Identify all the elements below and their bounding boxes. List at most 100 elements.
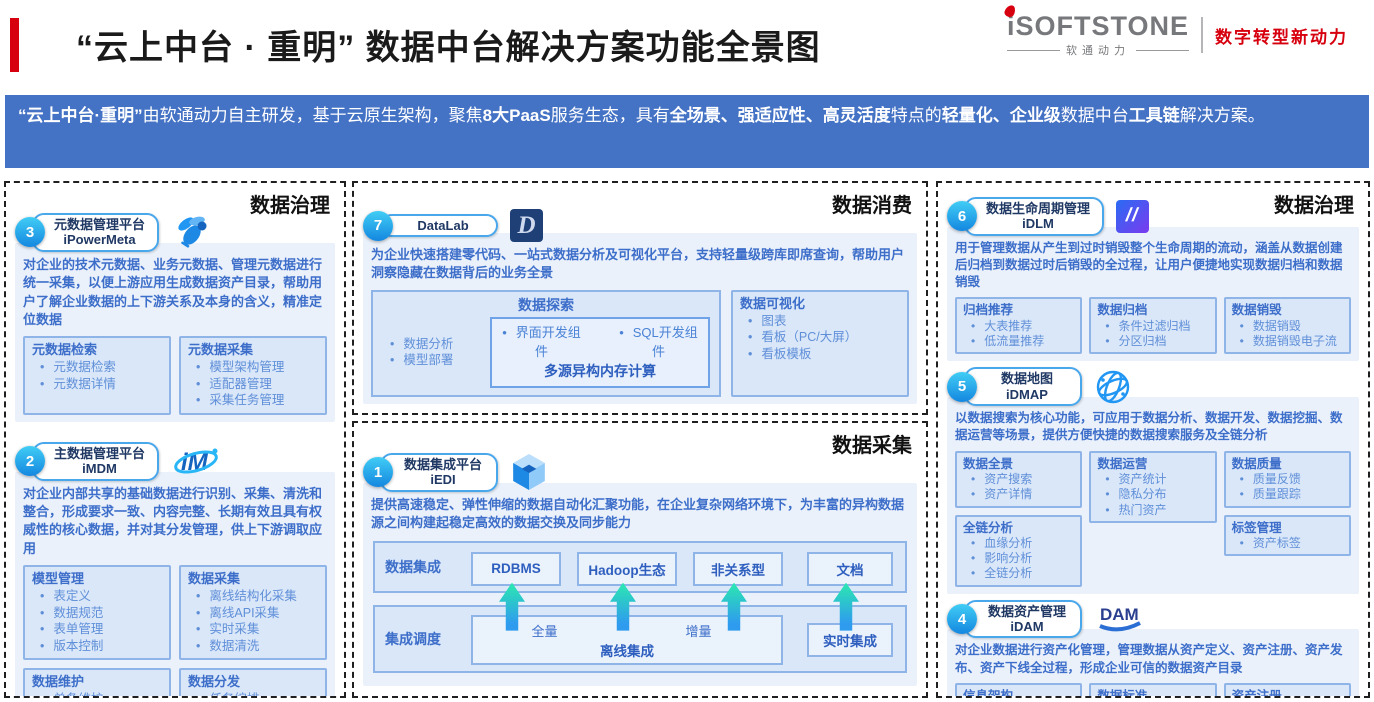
feature-item: 看板模板 bbox=[746, 346, 900, 363]
feature-box-metadata-collect: 元数据采集 模型架构管理适配器管理采集任务管理 bbox=[179, 336, 327, 414]
source-box-hadoop: Hadoop生态 bbox=[577, 552, 677, 586]
feature-item: 资产统计 bbox=[1103, 472, 1208, 487]
feature-box-title: 模型管理 bbox=[32, 571, 162, 588]
feature-box-data-panorama: 数据全景 资产搜索资产详情 bbox=[955, 451, 1082, 508]
platform-description: 以数据搜索为核心功能，可应用于数据分析、数据开发、数据挖掘、数据运营等场景，提供… bbox=[955, 410, 1351, 445]
feature-list: 条件过滤归档分区归档 bbox=[1097, 319, 1208, 350]
row-label: 数据集成 bbox=[385, 557, 441, 577]
feature-item: 版本控制 bbox=[38, 638, 162, 655]
feature-list: 数据分析模型部署 bbox=[382, 336, 478, 369]
source-box-rdbms: RDBMS bbox=[471, 552, 561, 586]
feature-list: 资产统计隐私分布热门资产 bbox=[1097, 472, 1208, 518]
platform-imdm-body: 对企业内部共享的基础数据进行识别、采集、清洗和整合，形成要求一致、内容完整、长期… bbox=[15, 472, 335, 698]
data-integration-row: 数据集成 RDBMS Hadoop生态 非关系型 文档 bbox=[373, 541, 907, 593]
platform-pill-imdm: 主数据管理平台 iMDM bbox=[32, 442, 159, 481]
banner-segment: 数据中台 bbox=[1061, 106, 1129, 125]
panel-data-governance-right: 数据治理 6 数据生命周期管理 iDLM // 用于管理数据从产生到过时销毁整个… bbox=[936, 181, 1370, 698]
feature-list: 元数据检索元数据详情 bbox=[32, 359, 162, 392]
platform-idlm-body: 用于管理数据从产生到过时销毁整个生命周期的流动，涵盖从数据创建后归档到数据过时后… bbox=[947, 227, 1359, 362]
dev-component-item: 界面开发组件 bbox=[500, 322, 583, 360]
logo-brand-text: iSOFTSTONE bbox=[1007, 12, 1189, 40]
feature-item: 任务编排 bbox=[194, 691, 318, 698]
page-header: “云上中台 · 重明” 数据中台解决方案功能全景图 iSOFTSTONE 软通动… bbox=[0, 0, 1374, 92]
feature-box-metadata-search: 元数据检索 元数据检索元数据详情 bbox=[23, 336, 171, 414]
feature-item: 资产搜索 bbox=[969, 472, 1074, 487]
globe-network-icon bbox=[1094, 368, 1132, 406]
feature-list: 质量反馈质量跟踪 bbox=[1232, 472, 1343, 503]
dev-component-item: SQL开发组件 bbox=[617, 322, 700, 360]
platform-idam-body: 对企业数据进行资产化管理，管理数据从资产定义、资产注册、资产发布、资产下线全过程… bbox=[947, 629, 1359, 698]
feature-box-title: 数据全景 bbox=[963, 456, 1074, 472]
platform-description: 用于管理数据从产生到过时销毁整个生命周期的流动，涵盖从数据创建后归档到数据过时后… bbox=[955, 240, 1351, 292]
platform-name-en: iDMAP bbox=[986, 387, 1068, 402]
feature-list: 数据销毁数据销毁电子流 bbox=[1232, 319, 1343, 350]
memory-compute-label: 多源异构内存计算 bbox=[500, 361, 700, 381]
banner-segment: 由软通动力自主研发，基于云原生架构，聚焦 bbox=[143, 106, 483, 125]
feature-box-data-standard: 数据标准 数据标准注册数据标准发布 bbox=[1089, 683, 1216, 698]
feature-box-title: 元数据采集 bbox=[188, 342, 318, 359]
feature-item: 元数据检索 bbox=[38, 359, 162, 376]
feature-item: 条件过滤归档 bbox=[1103, 319, 1208, 334]
platform-name-en: iMDM bbox=[54, 461, 145, 476]
feature-list: 资产搜索资产详情 bbox=[963, 472, 1074, 503]
logo-separator bbox=[1201, 17, 1203, 53]
feature-list: 大表推荐低流量推荐 bbox=[963, 319, 1074, 350]
feature-item: 模型部署 bbox=[388, 352, 478, 369]
banner-segment: 工具链 bbox=[1129, 106, 1180, 125]
feature-item: 数据规范 bbox=[38, 605, 162, 622]
feature-item: 质量反馈 bbox=[1238, 472, 1343, 487]
platform-datalab-body: 为企业快速搭建零代码、一站式数据分析及可视化平台，支持轻量级跨库即席查询，帮助用… bbox=[363, 233, 917, 404]
feature-list: 单条维护批量导入数据校验手工分发 bbox=[32, 691, 162, 698]
feature-item: 离线API采集 bbox=[194, 605, 318, 622]
feature-box-title: 数据归档 bbox=[1097, 302, 1208, 318]
feature-item: 单条维护 bbox=[38, 691, 162, 698]
logo-divider-line bbox=[1007, 50, 1060, 52]
platform-description: 为企业快速搭建零代码、一站式数据分析及可视化平台，支持轻量级跨库即席查询，帮助用… bbox=[371, 246, 909, 283]
datalab-icon: D bbox=[510, 209, 543, 242]
platform-iedi-body: 提供高速稳定、弹性伸缩的数据自动化汇聚功能，在企业复杂网络环境下，为丰富的异构数… bbox=[363, 483, 917, 686]
feature-box-data-distribute: 数据分发 任务编排调度管理日志分析分发管理 bbox=[179, 668, 327, 698]
platform-name-en: iEDI bbox=[402, 472, 484, 487]
feature-item: 资产标签 bbox=[1238, 536, 1343, 551]
feature-box-title: 数据质量 bbox=[1232, 456, 1343, 472]
logo-tagline: 数字转型新动力 bbox=[1215, 23, 1348, 48]
feature-item: 低流量推荐 bbox=[969, 334, 1074, 349]
feature-box-title: 数据采集 bbox=[188, 571, 318, 588]
feature-item: 数据销毁电子流 bbox=[1238, 334, 1343, 349]
full-sync-label: 全量 bbox=[532, 621, 558, 640]
platform-description: 对企业内部共享的基础数据进行识别、采集、清洗和整合，形成要求一致、内容完整、长期… bbox=[23, 485, 327, 559]
platform-pill-datalab: DataLab bbox=[380, 214, 498, 237]
feature-box-asset-register: 资产注册 关系注册关系清单 bbox=[1224, 683, 1351, 698]
feature-item: 数据销毁 bbox=[1238, 319, 1343, 334]
platform-number-badge: 5 bbox=[947, 372, 977, 402]
platform-name-cn: 数据地图 bbox=[986, 371, 1068, 386]
banner-segment: 特点的 bbox=[891, 106, 942, 125]
company-logo: iSOFTSTONE 软通动力 数字转型新动力 bbox=[1007, 12, 1348, 58]
feature-item: 图表 bbox=[746, 313, 900, 330]
section-title: 数据治理 bbox=[1274, 189, 1354, 218]
feature-box-data-collect: 数据采集 离线结构化采集离线API采集实时采集数据清洗 bbox=[179, 565, 327, 660]
imdm-globe-icon: iM bbox=[171, 443, 221, 479]
feature-item: 表定义 bbox=[38, 588, 162, 605]
feature-box-data-destroy: 数据销毁 数据销毁数据销毁电子流 bbox=[1224, 297, 1351, 354]
source-box-nosql: 非关系型 bbox=[693, 552, 783, 586]
logo-brand-cn: 软通动力 bbox=[1007, 42, 1189, 58]
bee-icon bbox=[171, 214, 215, 250]
platform-description: 对企业数据进行资产化管理，管理数据从资产定义、资产注册、资产发布、资产下线全过程… bbox=[955, 642, 1351, 677]
feature-item: 质量跟踪 bbox=[1238, 487, 1343, 502]
feature-list: 模型架构管理适配器管理采集任务管理 bbox=[188, 359, 318, 409]
page-title: “云上中台 · 重明” 数据中台解决方案功能全景图 bbox=[76, 20, 821, 69]
feature-box-model-mgmt: 模型管理 表定义数据规范表单管理版本控制 bbox=[23, 565, 171, 660]
feature-box-title: 归档推荐 bbox=[963, 302, 1074, 318]
feature-box-title: 数据维护 bbox=[32, 674, 162, 691]
feature-box-data-archive: 数据归档 条件过滤归档分区归档 bbox=[1089, 297, 1216, 354]
banner-segment: “云上中台·重明” bbox=[18, 106, 143, 125]
section-title: 数据治理 bbox=[250, 189, 330, 218]
idam-icon: DAM bbox=[1094, 602, 1144, 636]
feature-box-title: 数据运营 bbox=[1097, 456, 1208, 472]
dev-components-box: 界面开发组件 SQL开发组件 多源异构内存计算 bbox=[490, 317, 710, 388]
feature-item: 分区归档 bbox=[1103, 334, 1208, 349]
platform-imdm-header: 2 主数据管理平台 iMDM iM bbox=[15, 442, 335, 481]
feature-item: 采集任务管理 bbox=[194, 392, 318, 409]
feature-item: 影响分析 bbox=[969, 551, 1074, 566]
